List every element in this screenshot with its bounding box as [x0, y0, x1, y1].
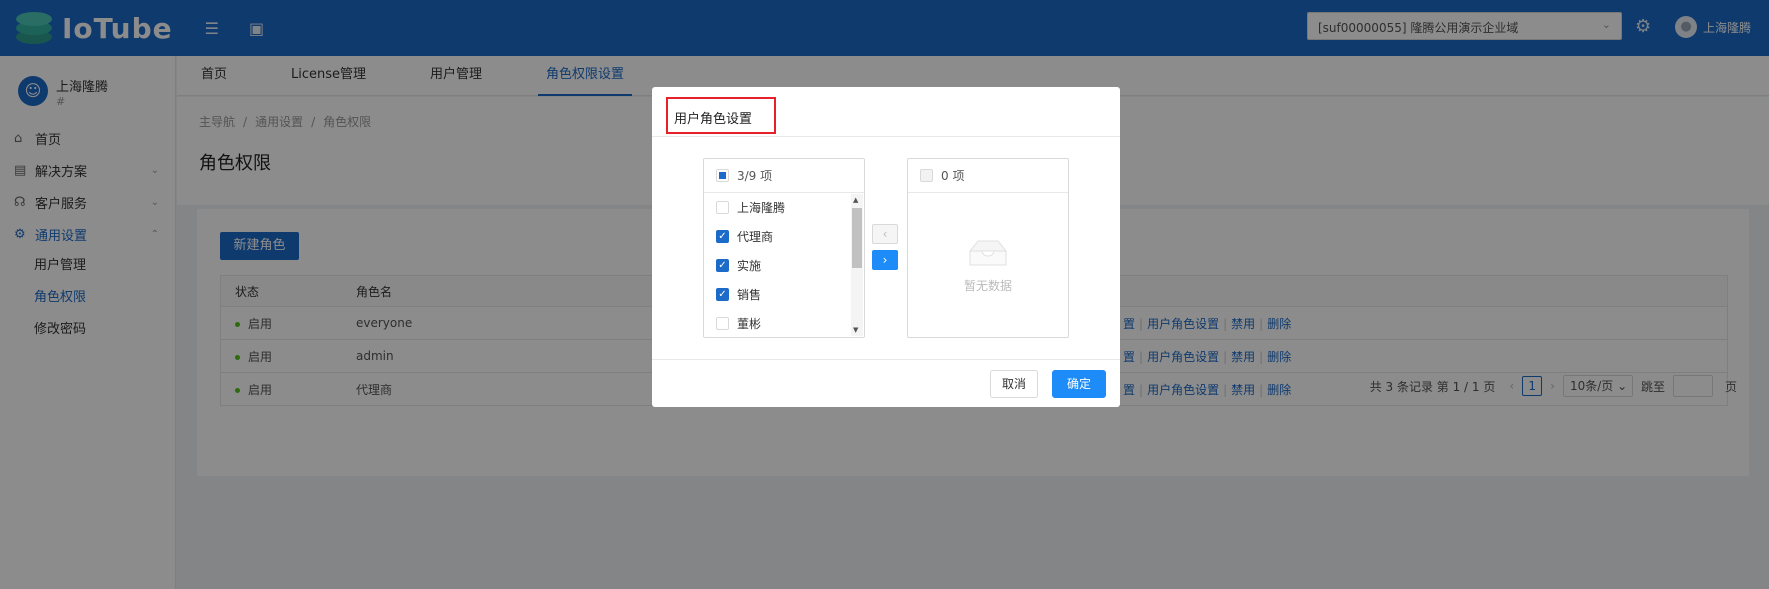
source-count: 3/9 项 — [737, 169, 773, 183]
transfer-target-list: 0 项 暂无数据 — [907, 158, 1069, 338]
cancel-button[interactable]: 取消 — [990, 370, 1038, 398]
divider — [652, 136, 1120, 137]
item-label: 代理商 — [737, 230, 774, 244]
scroll-thumb[interactable] — [852, 208, 862, 268]
item-checkbox[interactable]: ✓ — [716, 259, 729, 272]
target-count: 0 项 — [941, 169, 965, 183]
item-checkbox[interactable]: ✓ — [716, 288, 729, 301]
user-role-modal: 用户角色设置 3/9 项 上海隆腾 ✓ 代理商 ✓ 实施 ✓ 销售 董彬 ▲ ▼… — [652, 87, 1120, 407]
list-item[interactable]: ✓ 代理商 — [704, 222, 864, 251]
select-all-checkbox[interactable] — [920, 169, 933, 182]
list-item[interactable]: 上海隆腾 — [704, 193, 864, 222]
item-checkbox[interactable] — [716, 317, 729, 330]
list-item[interactable]: 董彬 — [704, 309, 864, 338]
item-label: 上海隆腾 — [737, 201, 786, 215]
move-left-button[interactable]: ‹ — [872, 224, 898, 244]
select-all-checkbox[interactable] — [716, 169, 729, 182]
divider — [652, 359, 1120, 360]
list-item[interactable]: ✓ 实施 — [704, 251, 864, 280]
target-list-header: 0 项 — [908, 159, 1068, 193]
empty-box-icon — [968, 240, 1008, 266]
item-label: 实施 — [737, 259, 762, 273]
scroll-up-icon[interactable]: ▲ — [853, 196, 858, 204]
move-right-button[interactable]: › — [872, 250, 898, 270]
scroll-down-icon[interactable]: ▼ — [853, 326, 858, 334]
source-list-header: 3/9 项 — [704, 159, 864, 193]
item-checkbox[interactable] — [716, 201, 729, 214]
modal-title: 用户角色设置 — [666, 97, 776, 134]
scrollbar[interactable]: ▲ ▼ — [851, 194, 863, 336]
item-checkbox[interactable]: ✓ — [716, 230, 729, 243]
transfer-source-list: 3/9 项 上海隆腾 ✓ 代理商 ✓ 实施 ✓ 销售 董彬 ▲ ▼ — [703, 158, 865, 338]
item-label: 销售 — [737, 288, 762, 302]
item-label: 董彬 — [737, 317, 762, 331]
list-item[interactable]: ✓ 销售 — [704, 280, 864, 309]
empty-text: 暂无数据 — [963, 279, 1012, 293]
confirm-button[interactable]: 确定 — [1052, 370, 1106, 398]
